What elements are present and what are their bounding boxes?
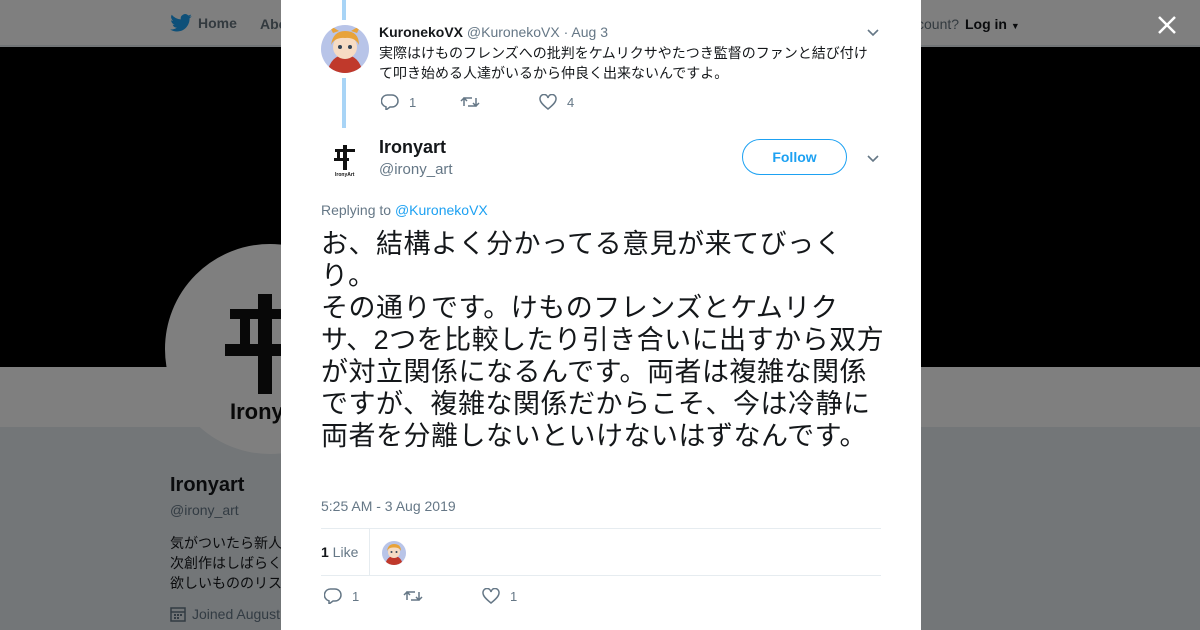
close-button[interactable] <box>1154 12 1180 38</box>
retweet-button[interactable] <box>403 588 482 604</box>
chevron-down-icon[interactable] <box>866 151 880 165</box>
heart-icon <box>482 588 500 604</box>
reply-count: 1 <box>409 94 417 110</box>
replying-label: Replying to <box>321 202 395 218</box>
like-count: 1 <box>510 588 518 604</box>
retweet-button[interactable] <box>460 94 539 110</box>
thread-line <box>342 78 346 128</box>
close-icon <box>1158 16 1176 34</box>
likes-stat-label: Like <box>328 544 359 560</box>
retweet-icon <box>403 590 423 602</box>
irony-art-logo: IronyArt <box>334 145 355 178</box>
tweet-modal: KuronekoVX @KuronekoVX · Aug 3 実際はけものフレン… <box>281 0 921 630</box>
like-count: 4 <box>567 94 575 110</box>
likes-stat[interactable]: 1 Like <box>321 544 358 560</box>
tweet-actions: 1 1 <box>324 588 561 604</box>
tweet-author-handle[interactable]: @irony_art <box>379 161 453 178</box>
anime-avatar-icon <box>321 25 369 73</box>
reply-header: KuronekoVX @KuronekoVX · Aug 3 <box>379 24 608 40</box>
like-button[interactable]: 1 <box>482 588 561 604</box>
retweet-icon <box>460 96 480 108</box>
reply-author-handle[interactable]: @KuronekoVX <box>467 24 560 40</box>
chevron-down-icon[interactable] <box>866 25 880 39</box>
tweet-text: お、結構よく分かってる意見が来てびっくり。 その通りです。けものフレンズとケムリ… <box>321 229 885 451</box>
reply-text: 実際はけものフレンズへの批判をケムリクサやたつき監督のファンと結び付けて叩き始め… <box>379 45 868 81</box>
tweet-author-avatar[interactable]: IronyArt <box>321 136 369 184</box>
replying-to: Replying to @KuronekoVX <box>321 202 488 218</box>
svg-text:IronyArt: IronyArt <box>335 172 355 178</box>
reply-date[interactable]: · Aug 3 <box>564 24 608 40</box>
replying-to-link[interactable]: @KuronekoVX <box>395 202 488 218</box>
tweet-author-name[interactable]: Ironyart <box>379 137 446 158</box>
tweet-stats: 1 Like <box>321 528 881 576</box>
reply-button[interactable]: 1 <box>381 94 460 110</box>
reply-icon <box>324 588 342 604</box>
liker-avatar[interactable] <box>382 541 406 565</box>
likes-stat-count: 1 <box>321 544 329 560</box>
follow-button[interactable]: Follow <box>742 139 847 175</box>
reply-avatar[interactable] <box>321 25 369 73</box>
thread-line <box>342 0 346 20</box>
stats-divider <box>369 529 370 576</box>
reply-icon <box>381 94 399 110</box>
like-button[interactable]: 4 <box>539 94 618 110</box>
heart-icon <box>539 94 557 110</box>
tweet-timestamp[interactable]: 5:25 AM - 3 Aug 2019 <box>321 498 456 514</box>
reply-button[interactable]: 1 <box>324 588 403 604</box>
reply-count: 1 <box>352 588 360 604</box>
reply-actions: 1 4 <box>381 94 618 110</box>
anime-avatar-icon <box>382 541 406 565</box>
reply-author-name[interactable]: KuronekoVX <box>379 24 463 40</box>
